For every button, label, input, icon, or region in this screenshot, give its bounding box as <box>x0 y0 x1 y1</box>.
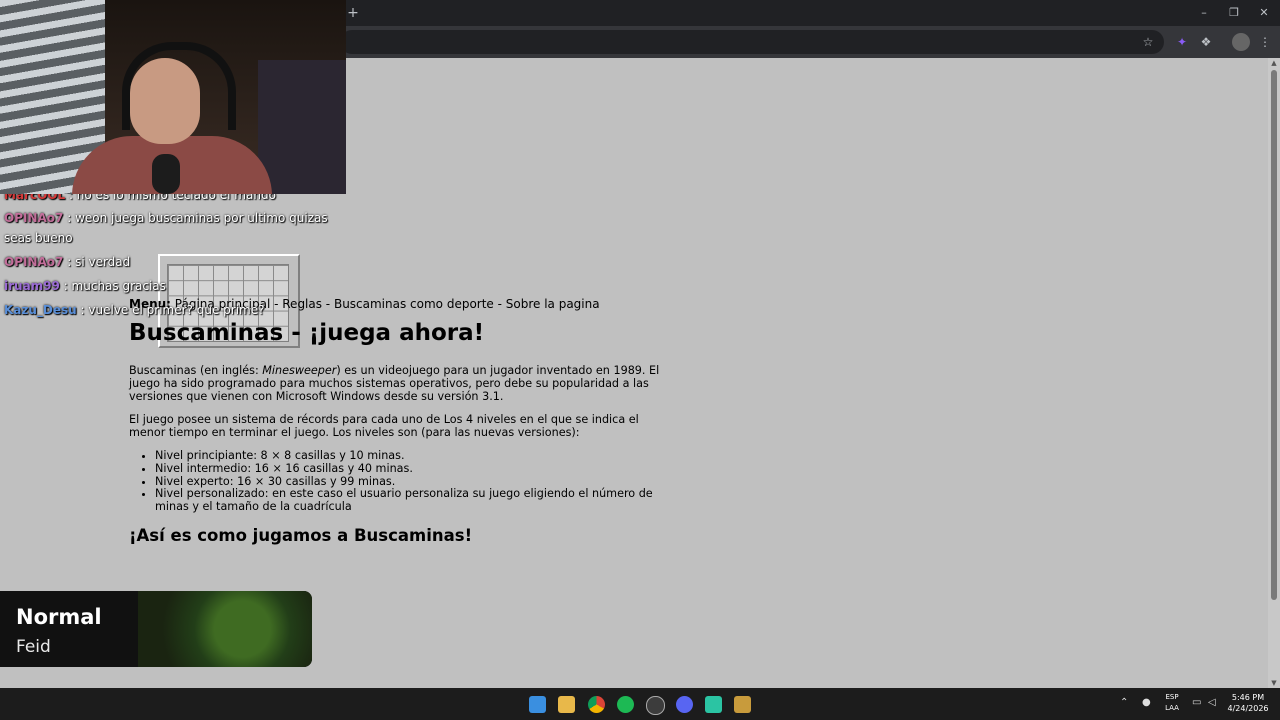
address-bar[interactable] <box>340 30 1164 54</box>
taskbar: ⌃ ● ESP LAA ▭ ◁ 5:46 PM 4/24/2026 <box>0 688 1280 720</box>
levels-list: Nivel principiante: 8 × 8 casillas y 10 … <box>129 449 665 514</box>
chrome-icon[interactable] <box>588 696 605 713</box>
section-heading: ¡Así es como jugamos a Buscaminas! <box>129 526 473 545</box>
chat-username: iruam99 <box>4 279 60 293</box>
scroll-up-icon[interactable]: ▲ <box>1268 58 1280 68</box>
page-title: Buscaminas - ¡juega ahora! <box>129 320 485 346</box>
scroll-down-icon[interactable]: ▼ <box>1268 678 1280 688</box>
page-scrollbar[interactable]: ▲ ▼ <box>1268 58 1280 688</box>
volume-icon[interactable]: ◁ <box>1208 697 1216 708</box>
app-icon[interactable] <box>705 696 722 713</box>
network-icon[interactable]: ▭ <box>1192 697 1201 708</box>
lang-code: ESP <box>1165 693 1179 701</box>
clock-time: 5:46 PM <box>1231 693 1265 702</box>
clock-date: 4/24/2026 <box>1227 704 1269 713</box>
headphones <box>122 42 236 130</box>
system-clock[interactable]: 5:46 PM 4/24/2026 <box>1222 692 1274 714</box>
chat-text: si verdad <box>75 255 131 269</box>
new-tab-button[interactable]: + <box>344 4 362 22</box>
list-item: Nivel personalizado: en este caso el usu… <box>155 488 665 514</box>
webcam-overlay <box>0 0 346 194</box>
league-icon[interactable] <box>734 696 751 713</box>
discord-icon[interactable] <box>676 696 693 713</box>
minimize-button[interactable]: – <box>1190 3 1218 23</box>
song-title: Normal <box>16 605 102 629</box>
records-paragraph: El juego posee un sistema de récords par… <box>129 413 639 439</box>
intro-paragraph: Buscaminas (en inglés: Minesweeper) es u… <box>129 364 664 403</box>
spotify-icon[interactable] <box>617 696 634 713</box>
chat-text: vuelve el primer? que prime? <box>88 303 265 317</box>
puzzle-icon[interactable]: ❖ <box>1197 33 1215 51</box>
layout-code: LAA <box>1165 704 1179 712</box>
chat-message: iruam99 : muchas gracias <box>4 279 166 293</box>
obs-icon[interactable] <box>646 696 665 715</box>
chevron-up-icon[interactable]: ⌃ <box>1120 697 1128 708</box>
album-art <box>138 591 312 667</box>
microphone <box>152 154 180 194</box>
list-item: Nivel intermedio: 16 × 16 casillas y 40 … <box>155 462 665 476</box>
star-icon[interactable]: ☆ <box>1139 33 1157 51</box>
profile-icon[interactable] <box>1232 33 1250 51</box>
gaming-chair <box>258 60 346 194</box>
chat-message: OPINAo7 : si verdad <box>4 255 131 269</box>
chat-message: Kazu_Desu : vuelve el primer? que prime? <box>4 303 265 317</box>
close-window-button[interactable]: ✕ <box>1250 3 1278 23</box>
restore-button[interactable]: ❐ <box>1220 3 1248 23</box>
now-playing-card: Normal Feid <box>0 591 312 667</box>
language-indicator[interactable]: ESP LAA <box>1160 692 1184 714</box>
intro-text-a: Buscaminas (en inglés: <box>129 364 263 377</box>
menu-icon[interactable]: ⋮ <box>1256 33 1274 51</box>
list-item: Nivel principiante: 8 × 8 casillas y 10 … <box>155 449 665 463</box>
chat-username: OPINAo7 <box>4 255 64 269</box>
extension-icon[interactable]: ✦ <box>1173 33 1191 51</box>
chat-text: muchas gracias <box>71 279 166 293</box>
windows-start-icon[interactable] <box>529 696 546 713</box>
chat-username: OPINAo7 <box>4 211 64 225</box>
file-explorer-icon[interactable] <box>558 696 575 713</box>
chat-username: Kazu_Desu <box>4 303 77 317</box>
microphone-icon[interactable]: ● <box>1142 697 1151 708</box>
song-artist: Feid <box>16 637 51 657</box>
scrollbar-thumb[interactable] <box>1271 70 1277 600</box>
intro-text-em: Minesweeper <box>262 364 337 377</box>
chat-message: OPINAo7 : weon juega buscaminas por ulti… <box>4 211 328 245</box>
